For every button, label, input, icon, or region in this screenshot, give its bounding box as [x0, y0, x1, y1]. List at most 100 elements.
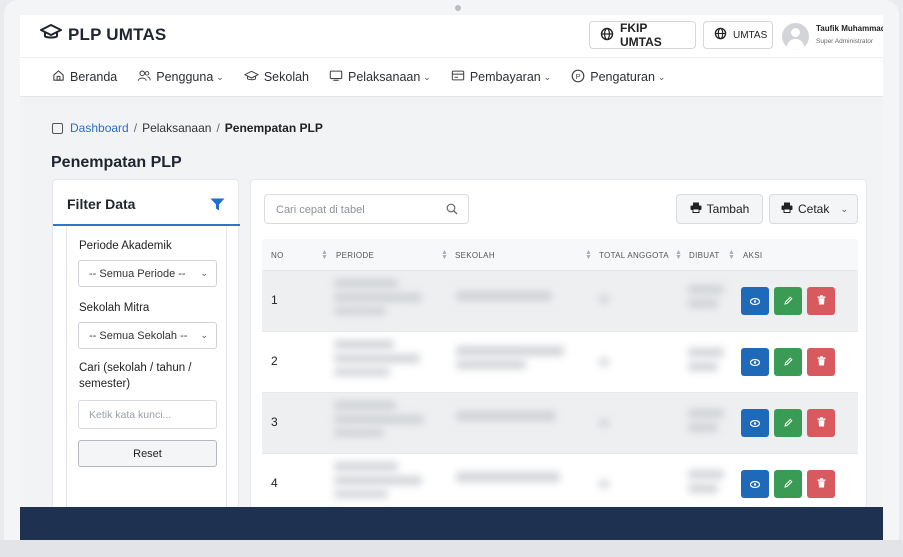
delete-button[interactable] — [807, 348, 835, 376]
page-title: Penempatan PLP — [51, 154, 182, 171]
cari-label: Cari (sekolah / tahun / semester) — [79, 362, 192, 390]
receipt-icon — [451, 69, 465, 85]
view-button[interactable] — [741, 409, 769, 437]
delete-button[interactable] — [807, 470, 835, 498]
pencil-icon — [783, 353, 793, 371]
nav-label: Pelaksanaan — [348, 70, 421, 84]
edit-button[interactable] — [774, 287, 802, 315]
chevron-down-icon: ⌄ — [840, 204, 848, 214]
edit-button[interactable] — [774, 470, 802, 498]
redacted-sekolah — [456, 291, 552, 301]
svg-text:P: P — [576, 72, 581, 81]
sort-icon[interactable]: ▲ ▼ — [728, 249, 735, 261]
eye-icon — [749, 292, 761, 310]
nav-item-pengaturan[interactable]: P Pengaturan ⌄ — [571, 69, 665, 86]
eye-icon — [749, 414, 761, 432]
row-number: 1 — [271, 293, 278, 307]
globe-icon — [600, 27, 614, 44]
column-header[interactable]: DIBUAT — [689, 251, 720, 260]
periode-label: Periode Akademik — [79, 240, 172, 252]
view-button[interactable] — [741, 287, 769, 315]
breadcrumb-separator: / — [133, 121, 138, 135]
row-number: 2 — [271, 354, 278, 368]
avatar[interactable] — [782, 23, 809, 50]
filter-funnel-icon[interactable] — [210, 198, 225, 216]
redacted-periode — [334, 462, 398, 471]
pencil-icon — [783, 292, 793, 310]
filter-title: Filter Data — [67, 196, 136, 212]
sort-icon[interactable]: ▲ ▼ — [441, 249, 448, 261]
cetak-label: Cetak — [798, 202, 830, 216]
nav-label: Sekolah — [263, 70, 310, 84]
eye-icon — [749, 353, 761, 371]
redacted-dibuat — [688, 470, 724, 479]
camera-dot — [455, 5, 461, 11]
table-row: 4 — [262, 454, 858, 507]
keyword-input[interactable]: Ketik kata kunci... — [78, 400, 217, 429]
nav-item-beranda[interactable]: Beranda — [52, 69, 117, 85]
nav-item-pembayaran[interactable]: Pembayaran ⌄ — [451, 69, 551, 85]
graduation-cap-icon — [40, 23, 62, 46]
fkip-umtas-button[interactable]: FKIP UMTAS — [589, 21, 696, 49]
search-placeholder: Cari cepat di tabel — [276, 204, 365, 216]
cetak-button[interactable]: Cetak ⌄ — [769, 194, 858, 224]
redacted-periode — [334, 415, 424, 424]
redacted-dibuat — [688, 285, 724, 294]
edit-button[interactable] — [774, 348, 802, 376]
view-button[interactable] — [741, 470, 769, 498]
reset-button[interactable]: Reset — [78, 440, 217, 467]
column-header[interactable]: TOTAL ANGGOTA — [599, 251, 669, 260]
pencil-icon — [783, 475, 793, 493]
umtas-label: UMTAS — [733, 29, 768, 41]
breadcrumb: Dashboard / Pelaksanaan / Penempatan PLP — [52, 121, 323, 135]
breadcrumb-pelaksanaan: Pelaksanaan — [142, 121, 212, 135]
redacted-sekolah — [456, 360, 526, 369]
printer-icon — [781, 202, 793, 216]
nav-item-pelaksanaan[interactable]: Pelaksanaan ⌄ — [329, 69, 431, 85]
row-number: 3 — [271, 415, 278, 429]
filter-header: Filter Data — [53, 180, 240, 226]
breadcrumb-dashboard[interactable]: Dashboard — [70, 121, 129, 135]
breadcrumb-square-icon — [52, 122, 63, 134]
users-icon — [137, 69, 151, 85]
umtas-button[interactable]: UMTAS — [703, 21, 773, 49]
chevron-down-icon: ⌄ — [216, 71, 224, 82]
nav-item-sekolah[interactable]: Sekolah — [244, 70, 309, 85]
redacted-periode — [334, 490, 388, 498]
column-header[interactable]: SEKOLAH — [455, 251, 495, 260]
table-search-input[interactable]: Cari cepat di tabel — [264, 194, 469, 224]
breadcrumb-separator: / — [216, 121, 220, 135]
periode-select[interactable]: -- Semua Periode -- ⌄ — [78, 260, 217, 287]
nav-item-pengguna[interactable]: Pengguna ⌄ — [137, 69, 224, 85]
filter-body: Periode Akademik -- Semua Periode -- ⌄ S… — [66, 226, 227, 507]
tambah-button[interactable]: Tambah — [676, 194, 763, 224]
redacted-periode — [334, 476, 422, 485]
nav-label: Pengguna — [156, 70, 214, 84]
redacted-sekolah — [456, 472, 560, 482]
view-button[interactable] — [741, 348, 769, 376]
sekolah-label: Sekolah Mitra — [79, 302, 150, 314]
redacted-dibuat — [688, 299, 718, 308]
table-panel: Cari cepat di tabel Tambah Cetak ⌄ NO ▲ ▼… — [250, 179, 867, 507]
redacted-periode — [334, 279, 398, 288]
redacted-dibuat — [688, 348, 724, 357]
sort-icon[interactable]: ▲ ▼ — [585, 249, 592, 261]
sort-icon[interactable]: ▲ ▼ — [675, 249, 682, 261]
delete-button[interactable] — [807, 287, 835, 315]
column-header[interactable]: NO — [271, 251, 284, 260]
tambah-label: Tambah — [706, 202, 750, 216]
user-name[interactable]: Taufik Muhammad — [816, 24, 883, 33]
edit-button[interactable] — [774, 409, 802, 437]
app-screen: PLP UMTAS FKIP UMTAS UMTAS Taufik Muhamm… — [20, 15, 883, 507]
column-header: AKSI — [743, 251, 763, 260]
sekolah-select[interactable]: -- Semua Sekolah -- ⌄ — [78, 322, 217, 349]
delete-button[interactable] — [807, 409, 835, 437]
column-header[interactable]: PERIODE — [336, 251, 374, 260]
sort-icon[interactable]: ▲ ▼ — [321, 249, 328, 261]
periode-select-value: -- Semua Periode -- — [89, 268, 186, 280]
brand[interactable]: PLP UMTAS — [40, 23, 166, 46]
nav-label: Pembayaran — [469, 70, 541, 84]
redacted-total — [599, 419, 609, 427]
trash-icon — [817, 475, 826, 493]
redacted-sekolah — [456, 411, 556, 421]
